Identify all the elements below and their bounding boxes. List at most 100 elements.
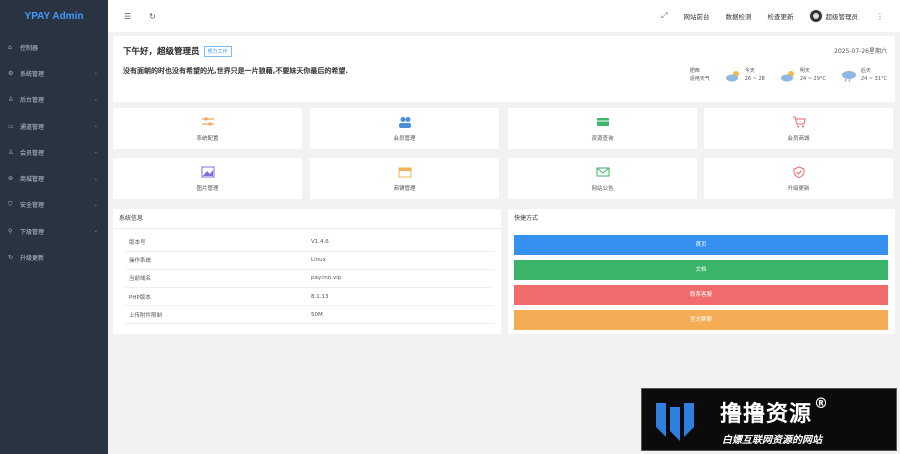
info-value: 50M bbox=[311, 305, 493, 325]
gear-icon: ⚙ bbox=[8, 69, 14, 77]
info-key: 版本号 bbox=[125, 233, 311, 252]
link-data-check[interactable]: 数据检测 bbox=[726, 11, 752, 21]
sidebar-item-8[interactable]: ↻ 升级更新 bbox=[0, 244, 108, 270]
watermark-subtitle: 白嫖互联网资源的网站 bbox=[722, 435, 822, 446]
info-key: 当前域名 bbox=[125, 269, 311, 289]
quick-button-1[interactable]: 文档 bbox=[514, 260, 888, 280]
username: 超级管理员 bbox=[825, 13, 859, 21]
greeting-quote: 没有面朝的时也没有希望的光,世界只是一片狼藉,不要妹天你最后的希望. bbox=[123, 67, 348, 75]
info-value: 8.1.13 bbox=[311, 287, 493, 307]
shortcut-tile-4[interactable]: 图片管理 bbox=[113, 158, 302, 199]
sidebar-item-6[interactable]: ⛉ 安全管理 ⌄ bbox=[0, 192, 108, 218]
cloud-rain-icon bbox=[841, 70, 856, 82]
sidebar-item-label: 升级更新 bbox=[20, 255, 45, 263]
watermark-title: 撸撸资源 ® bbox=[720, 396, 830, 427]
sidebar-item-4[interactable]: ♙ 会员管理 ⌄ bbox=[0, 139, 108, 165]
table-row: 上传附件限制 50M bbox=[125, 305, 493, 325]
sidebar-item-label: 会员管理 bbox=[20, 149, 45, 157]
cloud-sun-icon bbox=[780, 70, 794, 81]
sidebar-item-7[interactable]: ⚲ 下级管理 ⌄ bbox=[0, 218, 108, 244]
card-icon: ▭ bbox=[8, 122, 14, 130]
quick-button-3[interactable]: 官方群聊 bbox=[514, 310, 888, 330]
topbar: ☰ ↻ ⤢ 网站前台 数据检测 检查更新 超级管理员 ⋮ bbox=[108, 0, 900, 32]
shortcut-tile-0[interactable]: 系统配置 bbox=[113, 108, 302, 149]
sidebar-item-label: 控制器 bbox=[20, 44, 39, 52]
tile-label: 资源查询 bbox=[591, 136, 614, 142]
shortcut-tile-2[interactable]: 资源查询 bbox=[508, 108, 697, 149]
sidebar-item-label: 商城管理 bbox=[20, 176, 45, 184]
card-icon bbox=[596, 118, 609, 126]
brand-logo[interactable]: YPAY Admin bbox=[0, 0, 108, 34]
user-icon: ♙ bbox=[8, 96, 14, 104]
sliders-icon bbox=[201, 117, 214, 126]
fullscreen-icon[interactable]: ⤢ bbox=[661, 11, 667, 21]
user-menu[interactable]: 超级管理员 bbox=[809, 10, 859, 22]
weather-widget: 肥西 适用天气 今天 26 ~ 28 明天 24 ~ 29°C 后天 24 ~ 31°C bbox=[690, 68, 887, 83]
info-key: PHP版本 bbox=[125, 287, 311, 307]
status-badge: 努力工作 bbox=[203, 46, 232, 57]
tile-label: 会员商城 bbox=[787, 136, 810, 142]
tile-label: 会员管理 bbox=[393, 136, 416, 142]
refresh-icon[interactable]: ↻ bbox=[149, 12, 156, 21]
sidebar-item-label: 通道管理 bbox=[20, 123, 45, 131]
sidebar-item-label: 后台管理 bbox=[20, 97, 45, 105]
menu-toggle-icon[interactable]: ☰ bbox=[124, 12, 131, 21]
sidebar-item-label: 下级管理 bbox=[20, 228, 45, 236]
chevron-down-icon: ⌄ bbox=[93, 70, 98, 77]
shop-icon: ⊛ bbox=[8, 175, 14, 183]
sidebar-item-label: 系统管理 bbox=[20, 70, 45, 78]
mail-icon bbox=[596, 167, 609, 177]
chevron-down-icon: ⌄ bbox=[93, 228, 98, 235]
greeting-title: 下午好，超级管理员 努力工作 bbox=[123, 45, 232, 57]
quick-links-panel: 快捷方式 首页 文档 联系客服 官方群聊 bbox=[508, 209, 895, 334]
chevron-down-icon: ⌄ bbox=[93, 201, 98, 208]
sidebar-item-3[interactable]: ▭ 通道管理 ⌄ bbox=[0, 113, 108, 139]
chevron-down-icon: ⌄ bbox=[93, 123, 98, 130]
user-icon: ♙ bbox=[8, 148, 14, 156]
link-check-update[interactable]: 检查更新 bbox=[768, 11, 794, 21]
current-date: 2025-07-26星期六 bbox=[834, 48, 887, 55]
admin-dashboard: YPAY Admin ⌂ 控制器 ⚙ 系统管理 ⌄ ♙ 后台管理 ⌄ ▭ 通道管理 ⌄ ♙ 会员管理 ⌄ ⊛… bbox=[0, 0, 900, 454]
shortcut-tile-3[interactable]: 会员商城 bbox=[704, 108, 893, 149]
shortcut-tile-7[interactable]: 升级更新 bbox=[704, 158, 893, 199]
sidebar-item-5[interactable]: ⊛ 商城管理 ⌄ bbox=[0, 165, 108, 191]
avatar bbox=[809, 10, 822, 22]
shield-icon: ⛉ bbox=[8, 200, 13, 208]
users-icon bbox=[398, 117, 411, 128]
chevron-down-icon: ⌄ bbox=[93, 175, 98, 182]
sidebar-item-1[interactable]: ⚙ 系统管理 ⌄ bbox=[0, 60, 108, 86]
info-value: V1.4.6 bbox=[311, 233, 493, 252]
greeting-card: 下午好，超级管理员 努力工作 2025-07-26星期六 没有面朝的时也没有希望的… bbox=[113, 36, 895, 102]
weather-day-after: 后天 24 ~ 31°C bbox=[840, 68, 887, 83]
quick-button-0[interactable]: 首页 bbox=[514, 235, 888, 255]
sitemap-icon: ⚲ bbox=[8, 227, 13, 235]
calendar-icon bbox=[398, 167, 411, 178]
quick-button-2[interactable]: 联系客服 bbox=[514, 285, 888, 305]
table-row: 版本号 V1.4.6 bbox=[125, 233, 493, 252]
info-key: 操作系统 bbox=[125, 251, 311, 270]
system-info-panel: 系统信息 版本号 V1.4.6 操作系统 Linux 当前域名 pay.rnn.vip PH… bbox=[113, 209, 501, 334]
tile-label: 商铺管理 bbox=[393, 186, 416, 192]
sidebar-item-2[interactable]: ♙ 后台管理 ⌄ bbox=[0, 87, 108, 113]
info-key: 上传附件限制 bbox=[125, 305, 311, 325]
more-vertical-icon[interactable]: ⋮ bbox=[876, 12, 884, 21]
shortcut-tile-6[interactable]: 网站公告 bbox=[508, 158, 697, 199]
tile-label: 网站公告 bbox=[591, 186, 614, 192]
tile-label: 图片管理 bbox=[196, 186, 219, 192]
home-icon: ⌂ bbox=[8, 43, 12, 51]
info-value: Linux bbox=[311, 251, 493, 270]
table-row: PHP版本 8.1.13 bbox=[125, 287, 493, 307]
shortcut-tile-1[interactable]: 会员管理 bbox=[310, 108, 499, 149]
cloud-sun-icon bbox=[725, 70, 739, 81]
shield-icon bbox=[793, 166, 804, 178]
weather-tomorrow: 明天 24 ~ 29°C bbox=[779, 68, 826, 83]
weather-today: 今天 26 ~ 28 bbox=[724, 68, 765, 83]
sidebar-menu: ⌂ 控制器 ⚙ 系统管理 ⌄ ♙ 后台管理 ⌄ ▭ 通道管理 ⌄ ♙ 会员管理 ⌄ ⊛ 商城管理 ⌄ ⛉ 安全管理 ⌄… bbox=[0, 34, 108, 271]
shortcut-tile-5[interactable]: 商铺管理 bbox=[310, 158, 499, 199]
sidebar-item-0[interactable]: ⌂ 控制器 bbox=[0, 34, 108, 60]
chevron-down-icon: ⌄ bbox=[93, 96, 98, 103]
weather-location: 肥西 适用天气 bbox=[689, 68, 710, 82]
link-frontend[interactable]: 网站前台 bbox=[684, 11, 710, 21]
system-info-table: 版本号 V1.4.6 操作系统 Linux 当前域名 pay.rnn.vip PHP版本 8.… bbox=[125, 233, 493, 325]
brand-logo-icon bbox=[656, 403, 694, 441]
